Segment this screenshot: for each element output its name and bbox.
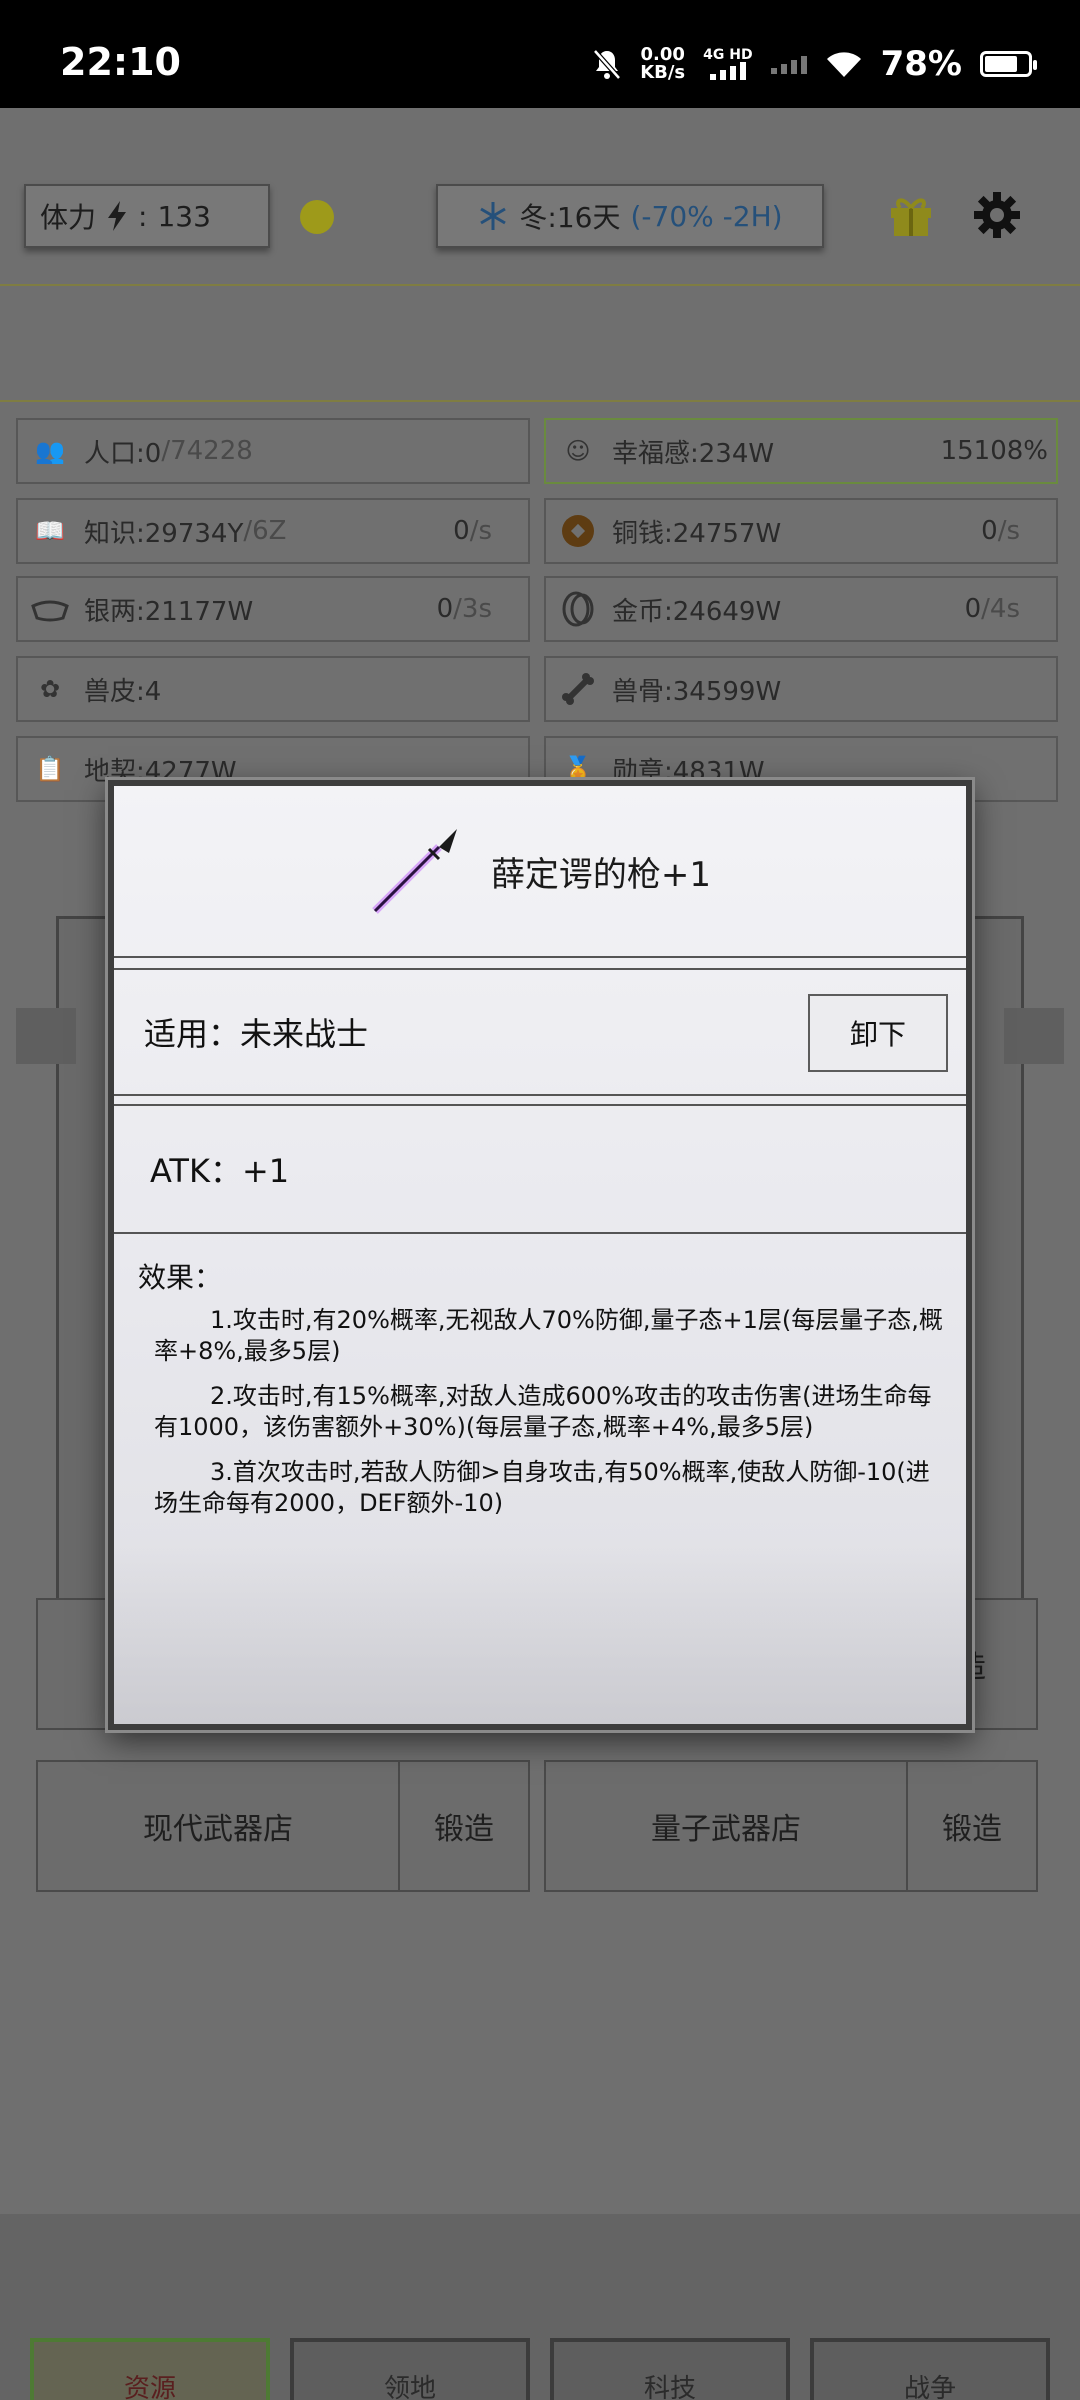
dialog-title: 薛定谔的枪+1 xyxy=(490,854,712,895)
book-icon: 📖 xyxy=(35,517,65,545)
battery-text: 78% xyxy=(880,44,962,84)
forge-button[interactable]: 锻造 xyxy=(906,1762,1036,1890)
stamina-value: 133 xyxy=(157,199,211,233)
stamina-label: 体力 xyxy=(40,201,97,234)
applicable-row: 适用：未来战士 卸下 xyxy=(114,968,966,1096)
item-detail-dialog: 薛定谔的枪+1 适用：未来战士 卸下 ATK：+1 效果： 1.攻击时,有20%… xyxy=(108,780,972,1730)
effect-item: 2.攻击时,有15%概率,对敌人造成600%攻击的攻击伤害(进场生命每有1000… xyxy=(154,1382,932,1441)
lightning-icon xyxy=(108,201,127,231)
tab-technology[interactable]: 科技 xyxy=(550,2338,790,2400)
sun-icon xyxy=(300,200,334,234)
ingot-icon xyxy=(30,589,70,629)
resource-label: 银两:21177W xyxy=(84,596,254,627)
snowflake-icon xyxy=(480,202,507,230)
resource-hide: ✿ 兽皮:4 xyxy=(16,656,530,722)
wifi-icon xyxy=(826,52,861,77)
applicable-text: 适用：未来战士 xyxy=(144,1015,369,1053)
resource-max: /6Z xyxy=(243,516,287,546)
side-tab xyxy=(1004,1008,1064,1064)
season-modifier: (-70% -2H) xyxy=(630,199,783,233)
atk-row: ATK：+1 xyxy=(114,1104,966,1234)
unequip-button[interactable]: 卸下 xyxy=(808,994,948,1072)
resource-label: 人口:0 xyxy=(84,438,162,469)
bottom-tabs: 资源 领地 科技 战争 xyxy=(0,2214,1080,2400)
resource-copper: 铜钱:24757W 0/s xyxy=(544,498,1058,564)
effects-header: 效果： xyxy=(138,1261,223,1294)
resource-rate: 0/4s xyxy=(964,594,1020,624)
status-icons: 0.00 KB/s 4G HD 78% xyxy=(592,44,1037,84)
resource-label: 金币:24649W xyxy=(612,596,782,627)
season-text: 冬:16天 xyxy=(519,201,621,234)
shop-modern-weapons[interactable]: 现代武器店 锻造 xyxy=(36,1760,530,1892)
season-box: 冬:16天 (-70% -2H) xyxy=(436,184,824,248)
resource-silver: 银两:21177W 0/3s xyxy=(16,576,530,642)
resource-label: 知识:29734Y xyxy=(84,518,244,549)
divider-line xyxy=(0,284,1080,286)
shop-quantum-weapons[interactable]: 量子武器店 锻造 xyxy=(544,1760,1038,1892)
tab-resources[interactable]: 资源 xyxy=(30,2338,270,2400)
spear-icon xyxy=(372,829,457,914)
signal-bars-icon xyxy=(709,62,746,80)
resource-rate: 15108% xyxy=(940,436,1048,466)
shop-name[interactable]: 量子武器店 xyxy=(546,1804,906,1848)
signal-bars-empty-icon xyxy=(770,56,807,74)
effects-section: 效果： 1.攻击时,有20%概率,无视敌人70%防御,量子态+1层(每层量子态,… xyxy=(138,1262,948,1533)
bone-icon xyxy=(558,669,598,709)
mute-bell-icon xyxy=(593,49,622,80)
coin-icon xyxy=(558,511,598,551)
resource-happiness: ☺ 幸福感:234W 15108% xyxy=(544,418,1058,484)
speed-unit: KB/s xyxy=(640,62,686,83)
settings-gear-icon[interactable] xyxy=(972,190,1022,240)
effect-item: 1.攻击时,有20%概率,无视敌人70%防御,量子态+1层(每层量子态,概率+8… xyxy=(154,1306,943,1365)
resource-bone: 兽骨:34599W xyxy=(544,656,1058,722)
atk-text: ATK：+1 xyxy=(150,1152,290,1190)
status-bar: 22:10 0.00 KB/s 4G HD 78% xyxy=(0,0,1080,108)
resource-label: 兽皮:4 xyxy=(84,676,162,707)
shop-name[interactable]: 现代武器店 xyxy=(38,1804,398,1848)
tab-territory[interactable]: 领地 xyxy=(290,2338,530,2400)
hide-icon: ✿ xyxy=(39,675,61,703)
people-icon: 👥 xyxy=(35,437,65,465)
dialog-header: 薛定谔的枪+1 xyxy=(114,786,966,958)
status-time: 22:10 xyxy=(60,40,181,84)
tab-war[interactable]: 战争 xyxy=(810,2338,1050,2400)
gift-icon[interactable] xyxy=(888,192,934,238)
resource-knowledge: 📖 知识:29734Y/6Z 0/s xyxy=(16,498,530,564)
resource-rate: 0/s xyxy=(981,516,1020,546)
forge-button[interactable]: 锻造 xyxy=(398,1762,528,1890)
resource-label: 兽骨:34599W xyxy=(612,676,782,707)
smile-icon: ☺ xyxy=(565,437,591,465)
network-type: 4G HD xyxy=(703,47,753,63)
resource-max: /74228 xyxy=(161,436,253,466)
effect-item: 3.首次攻击时,若敌人防御>自身攻击,有50%概率,使敌人防御-10(进场生命每… xyxy=(154,1458,930,1517)
resource-label: 铜钱:24757W xyxy=(612,518,782,549)
side-tab xyxy=(16,1008,76,1064)
gold-icon xyxy=(558,589,598,629)
resource-rate: 0/3s xyxy=(436,594,492,624)
divider-line xyxy=(0,400,1080,402)
resource-label: 幸福感:234W xyxy=(612,438,775,469)
dialog-fog-decoration xyxy=(114,1544,966,1724)
network-speed: 0.00 KB/s xyxy=(640,46,685,82)
signal-4g: 4G HD xyxy=(703,47,753,80)
battery-icon xyxy=(980,51,1037,77)
deed-icon: 📋 xyxy=(35,755,65,783)
resource-rate: 0/s xyxy=(453,516,492,546)
resource-population: 👥 人口:0/74228 xyxy=(16,418,530,484)
stamina-box: 体力 : 133 xyxy=(24,184,270,248)
resource-gold: 金币:24649W 0/4s xyxy=(544,576,1058,642)
